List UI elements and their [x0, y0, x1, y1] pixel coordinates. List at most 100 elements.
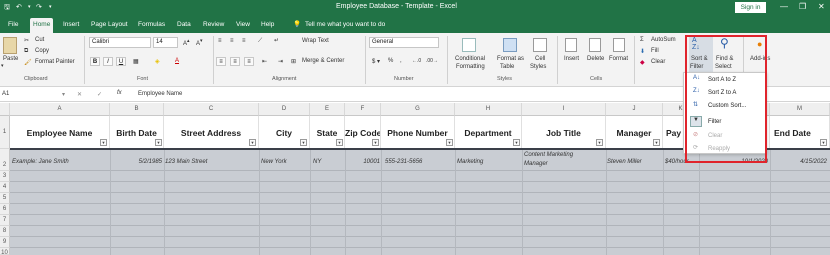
row-header[interactable]: 6 [0, 204, 10, 215]
insert-function-icon[interactable]: fx [117, 90, 122, 96]
cell-example-end-date[interactable]: 4/15/2022 [771, 151, 827, 169]
italic-button[interactable]: I [103, 57, 113, 66]
enter-formula-icon[interactable]: ✓ [97, 91, 102, 98]
column-header-d[interactable]: D [259, 103, 310, 116]
header-cell-street-address[interactable]: Street Address ▼ [164, 116, 259, 148]
increase-font-icon[interactable]: A▴ [183, 38, 190, 47]
font-size-select[interactable]: 14 [153, 37, 178, 48]
clear-icon[interactable]: ◆ [640, 59, 645, 66]
format-as-table-icon[interactable] [503, 38, 517, 52]
decrease-decimal-icon[interactable]: .00→ [426, 58, 438, 64]
tab-home[interactable]: Home [30, 18, 54, 33]
header-cell-job-title[interactable]: Job Title ▼ [522, 116, 606, 148]
number-format-select[interactable]: General [369, 37, 439, 48]
close-button[interactable]: ✕ [818, 2, 825, 11]
header-cell-end-date[interactable]: End Date ▼ [770, 116, 830, 148]
percent-icon[interactable]: % [388, 58, 393, 64]
cell-example-manager[interactable]: Steven Miller [607, 151, 662, 169]
header-cell-zip-code[interactable]: Zip Code ▼ [345, 116, 381, 148]
tab-file[interactable]: File [5, 18, 21, 33]
name-box-dropdown-icon[interactable]: ▾ [62, 91, 65, 98]
name-box[interactable]: A1 [2, 91, 9, 97]
cell-example-state[interactable]: NY [313, 151, 343, 169]
cut-icon[interactable]: ✂ [24, 37, 29, 44]
tab-page-layout[interactable]: Page Layout [88, 18, 131, 33]
font-color-icon[interactable]: A [175, 58, 179, 64]
undo-dropdown-icon[interactable]: ▾ [28, 4, 31, 10]
column-header-c[interactable]: C [164, 103, 259, 116]
filter-dropdown-icon[interactable]: ▼ [596, 139, 603, 146]
cell-styles-button[interactable]: Cell [535, 56, 545, 62]
delete-cells-button[interactable]: Delete [587, 56, 604, 62]
tab-insert[interactable]: Insert [60, 18, 82, 33]
cell-styles-button-line2[interactable]: Styles [530, 64, 546, 70]
row-header[interactable]: 8 [0, 226, 10, 237]
copy-button[interactable]: Copy [35, 48, 49, 54]
align-left-icon[interactable]: ≡ [216, 57, 226, 66]
row-header[interactable]: 9 [0, 237, 10, 248]
autosum-icon[interactable]: Σ [640, 37, 644, 43]
conditional-formatting-button-line2[interactable]: Formatting [456, 64, 485, 70]
header-cell-state[interactable]: State ▼ [310, 116, 345, 148]
row-header[interactable]: 7 [0, 215, 10, 226]
tab-data[interactable]: Data [174, 18, 194, 33]
column-header-g[interactable]: G [381, 103, 455, 116]
column-header-b[interactable]: B [110, 103, 164, 116]
tab-review[interactable]: Review [200, 18, 227, 33]
insert-cells-button[interactable]: Insert [564, 56, 579, 62]
decrease-font-icon[interactable]: A▾ [196, 38, 203, 47]
header-cell-manager[interactable]: Manager ▼ [606, 116, 663, 148]
cancel-formula-icon[interactable]: ✕ [77, 91, 82, 98]
font-name-select[interactable]: Calibri [89, 37, 151, 48]
filter-dropdown-icon[interactable]: ▼ [446, 139, 453, 146]
row-header[interactable]: 4 [0, 182, 10, 193]
tab-view[interactable]: View [233, 18, 253, 33]
column-header-j[interactable]: J [606, 103, 663, 116]
redo-icon[interactable]: ↷ [36, 3, 42, 11]
borders-icon[interactable]: ▦ [133, 58, 139, 65]
cut-button[interactable]: Cut [35, 37, 44, 43]
save-icon[interactable]: 🖫 [4, 3, 10, 14]
format-painter-icon[interactable]: 🖌 [24, 59, 32, 66]
align-bottom-icon[interactable]: ≡ [242, 38, 246, 44]
header-cell-city[interactable]: City ▼ [259, 116, 310, 148]
undo-icon[interactable]: ↶ [16, 3, 22, 11]
qat-customize-icon[interactable]: ▾ [49, 4, 52, 10]
filter-dropdown-icon[interactable]: ▼ [100, 139, 107, 146]
select-all-corner[interactable] [0, 103, 10, 116]
conditional-formatting-button[interactable]: Conditional [455, 56, 485, 62]
header-cell-department[interactable]: Department ▼ [455, 116, 522, 148]
fill-button[interactable]: Fill [651, 48, 659, 54]
cell-example-street[interactable]: 123 Main Street [165, 151, 258, 169]
header-cell-employee-name[interactable]: Employee Name ▼ [10, 116, 110, 148]
format-painter-button[interactable]: Format Painter [35, 59, 75, 65]
clear-button[interactable]: Clear [651, 59, 665, 65]
column-header-h[interactable]: H [455, 103, 522, 116]
filter-dropdown-icon[interactable]: ▼ [372, 139, 379, 146]
row-header[interactable]: 2 [0, 149, 10, 171]
row-header[interactable]: 10 [0, 248, 10, 255]
formula-content[interactable]: Employee Name [138, 91, 182, 97]
filter-dropdown-icon[interactable]: ▼ [513, 139, 520, 146]
comma-icon[interactable]: , [400, 58, 402, 64]
fill-color-icon[interactable]: ◈ [155, 58, 160, 65]
column-header-m[interactable]: M [770, 103, 830, 116]
filter-dropdown-icon[interactable]: ▼ [249, 139, 256, 146]
column-header-a[interactable]: A [10, 103, 110, 116]
increase-indent-icon[interactable]: ⇥ [278, 58, 283, 65]
format-cells-icon[interactable] [613, 38, 625, 52]
fill-icon[interactable]: ⬇ [640, 48, 645, 55]
sign-in-button[interactable]: Sign in [735, 2, 766, 13]
cell-example-birth-date[interactable]: 5/2/1985 [110, 151, 162, 169]
tell-me-search[interactable]: Tell me what you want to do [302, 18, 388, 33]
increase-decimal-icon[interactable]: ←.0 [412, 58, 421, 64]
cell-example-name[interactable]: Example: Jane Smith [12, 151, 108, 169]
align-right-icon[interactable]: ≡ [244, 57, 254, 66]
paste-icon[interactable] [3, 37, 17, 54]
tab-formulas[interactable]: Formulas [135, 18, 168, 33]
column-header-i[interactable]: I [522, 103, 606, 116]
copy-icon[interactable]: ⧉ [24, 48, 28, 55]
delete-cells-icon[interactable] [589, 38, 601, 52]
filter-dropdown-icon[interactable]: ▼ [336, 139, 343, 146]
filter-dropdown-icon[interactable]: ▼ [155, 139, 162, 146]
